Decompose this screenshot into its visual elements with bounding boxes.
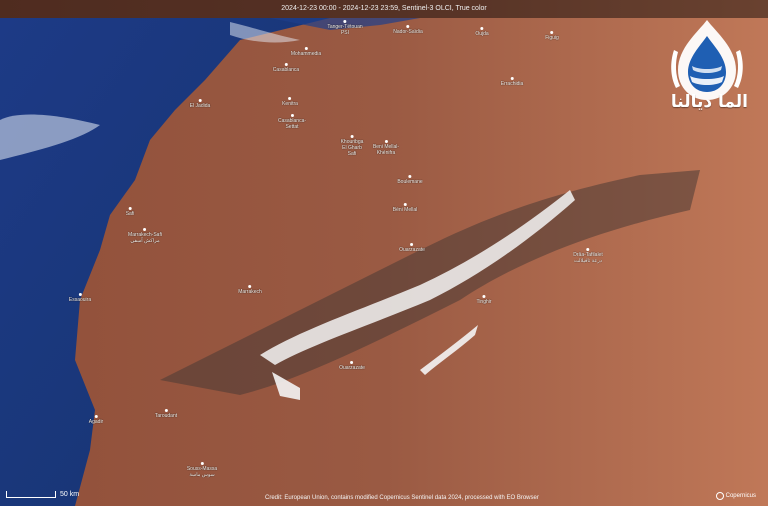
place-label[interactable]: Marrakech-Safi مراكش آسفي	[128, 228, 162, 244]
scale-label: 50 km	[60, 491, 80, 498]
place-label[interactable]: Figuig	[545, 31, 559, 41]
logo-text: الما ديالنا	[670, 92, 748, 112]
place-label[interactable]: Beni Mellal- Khénifra	[373, 140, 399, 156]
place-label[interactable]: Souss-Massa سوس ماسة	[187, 462, 217, 478]
place-dot	[550, 31, 554, 34]
place-dot	[200, 462, 204, 465]
place-label[interactable]: Ouarzazate	[339, 361, 365, 371]
place-label[interactable]: Mohammedia	[291, 47, 321, 57]
place-label[interactable]: Nador-Saïdia	[393, 25, 423, 35]
place-dot	[350, 361, 354, 364]
place-label[interactable]: Safi	[126, 207, 134, 217]
place-dot	[304, 47, 308, 50]
place-label[interactable]: Tanger-Tétouan PSI	[327, 20, 363, 36]
place-dot	[164, 409, 168, 412]
place-label[interactable]: Kenitra	[282, 97, 298, 107]
place-label[interactable]: Casablanca	[273, 63, 299, 73]
place-dot	[406, 25, 410, 28]
place-label[interactable]: Casablanca- Settat	[278, 114, 306, 130]
satellite-map[interactable]: 2024-12-23 00:00 - 2024-12-23 23:59, Sen…	[0, 0, 768, 506]
place-dot	[403, 203, 407, 206]
acquisition-header: 2024-12-23 00:00 - 2024-12-23 23:59, Sen…	[0, 0, 768, 18]
place-dot	[143, 228, 147, 231]
place-label[interactable]: Oujda	[475, 27, 489, 37]
place-label[interactable]: Taroudant	[155, 409, 177, 419]
place-dot	[248, 285, 252, 288]
place-label[interactable]: Essaouira	[69, 293, 91, 303]
place-label[interactable]: Ouarzazate	[399, 243, 425, 253]
place-label[interactable]: Marrakech	[238, 285, 262, 295]
scale-bar-line	[6, 491, 56, 498]
place-dot	[408, 175, 412, 178]
place-label[interactable]: El Jadida	[190, 99, 210, 109]
place-label[interactable]: Drâa-Tafilalet درعة تافيلالت	[573, 248, 603, 264]
copernicus-logo[interactable]: Copernicus	[715, 492, 756, 500]
place-label[interactable]: Khouribga El Gharb Safi	[341, 135, 363, 157]
place-dot	[94, 415, 98, 418]
place-dot	[586, 248, 590, 251]
place-label[interactable]: Agadir	[89, 415, 103, 425]
place-dot	[343, 20, 347, 23]
place-dot	[384, 140, 388, 143]
place-dot	[510, 77, 514, 80]
place-label[interactable]: Boulemane	[397, 175, 423, 185]
place-dot	[198, 99, 202, 102]
place-dot	[350, 135, 354, 138]
place-dot	[410, 243, 414, 246]
place-label[interactable]: Errachidia	[501, 77, 523, 87]
place-label[interactable]: Béni Mellal	[393, 203, 417, 213]
place-dot	[128, 207, 132, 210]
place-label[interactable]: Tinghir	[476, 295, 492, 305]
place-dot	[480, 27, 484, 30]
copernicus-ring-icon	[715, 492, 724, 500]
credit-text: Credit: European Union, contains modifie…	[265, 495, 539, 501]
place-dot	[482, 295, 486, 298]
terrain-layer	[0, 0, 768, 506]
place-dot	[284, 63, 288, 66]
place-dot	[78, 293, 82, 296]
place-dot	[290, 114, 294, 117]
scale-bar: 50 km	[6, 491, 79, 498]
place-dot	[288, 97, 292, 100]
